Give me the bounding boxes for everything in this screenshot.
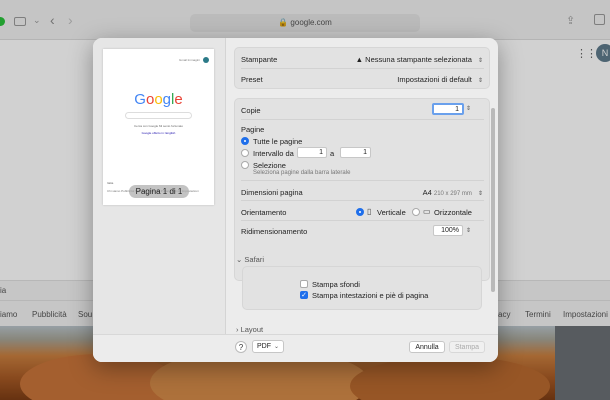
- pdf-menu-button[interactable]: PDF ⌄: [252, 340, 284, 353]
- preset-label: Preset: [241, 75, 263, 84]
- pages-all-label[interactable]: Tutte le pagine: [253, 137, 302, 146]
- preview-search-box: [125, 112, 192, 119]
- orientation-label: Orientamento: [241, 208, 287, 217]
- safari-disclosure[interactable]: ⌄ Safari: [236, 255, 264, 264]
- printer-value: Nessuna stampante selezionata: [365, 55, 472, 64]
- scaling-label: Ridimensionamento: [241, 227, 308, 236]
- divider: [241, 220, 484, 221]
- pages-label: Pagine: [241, 125, 265, 134]
- preset-select[interactable]: Impostazioni di default ⇕: [346, 75, 484, 84]
- print-settings-pane: Stampante ▲ Nessuna stampante selezionat…: [226, 38, 498, 362]
- print-button[interactable]: Stampa: [449, 341, 485, 353]
- preview-footer-country: Italia: [107, 181, 114, 185]
- printer-label: Stampante: [241, 55, 278, 64]
- pages-selection-radio[interactable]: [241, 161, 249, 169]
- divider: [241, 180, 484, 181]
- portrait-icon: ▯: [367, 207, 372, 216]
- orientation-portrait-radio[interactable]: [356, 208, 364, 216]
- paper-size-dims: 210 x 297 mm: [433, 191, 472, 197]
- preview-search-buttons: Cerca con Google Mi sento fortunato: [133, 124, 184, 128]
- range-to-field[interactable]: 1: [340, 147, 371, 158]
- preview-top-links: Gmail Immagini: [179, 58, 200, 62]
- landscape-icon: ▭: [423, 207, 431, 216]
- warning-icon: ▲: [355, 55, 364, 64]
- layout-label: Layout: [240, 325, 264, 334]
- page-indicator: Pagina 1 di 1: [129, 185, 189, 198]
- orientation-landscape-label[interactable]: Orizzontale: [434, 208, 472, 217]
- safari-label: Safari: [244, 255, 264, 264]
- range-to-label: a: [330, 149, 335, 158]
- cancel-button[interactable]: Annulla: [409, 341, 445, 353]
- printer-select[interactable]: ▲ Nessuna stampante selezionata ⇕: [346, 55, 484, 64]
- print-preview-pane: Gmail Immagini Google Cerca con Google M…: [93, 38, 226, 362]
- selection-hint: Seleziona pagine dalla barra laterale: [253, 170, 351, 176]
- preset-value: Impostazioni di default: [397, 75, 472, 84]
- print-dialog: Gmail Immagini Google Cerca con Google M…: [93, 38, 498, 362]
- print-backgrounds-label[interactable]: Stampa sfondi: [312, 280, 360, 289]
- preview-google-logo: Google: [134, 91, 183, 108]
- pages-selection-label[interactable]: Selezione: [253, 161, 286, 170]
- safari-options-box: [242, 266, 482, 310]
- paper-size-select[interactable]: A4 210 x 297 mm ⇕: [376, 188, 484, 197]
- orientation-landscape-radio[interactable]: [412, 208, 420, 216]
- copies-field[interactable]: 1: [432, 103, 464, 115]
- divider: [241, 200, 484, 201]
- updown-icon: ⇕: [477, 58, 484, 64]
- pages-all-radio[interactable]: [241, 137, 249, 145]
- print-headers-checkbox[interactable]: ✓: [300, 291, 308, 299]
- scaling-field[interactable]: 100%: [433, 225, 463, 236]
- orientation-portrait-label[interactable]: Verticale: [377, 208, 406, 217]
- layout-disclosure[interactable]: › Layout: [236, 325, 263, 334]
- paper-size-value: A4: [422, 188, 432, 197]
- paper-size-label: Dimensioni pagina: [241, 188, 303, 197]
- updown-icon: ⇕: [477, 78, 484, 84]
- stepper-icon[interactable]: ⇕: [466, 105, 471, 112]
- copies-label: Copie: [241, 106, 261, 115]
- print-backgrounds-checkbox[interactable]: [300, 280, 308, 288]
- scrollbar[interactable]: [491, 108, 495, 292]
- help-button[interactable]: ?: [235, 341, 247, 353]
- range-from-field[interactable]: 1: [297, 147, 327, 158]
- chevron-down-icon: ⌄: [236, 255, 243, 264]
- pages-range-label[interactable]: Intervallo da: [253, 149, 294, 158]
- updown-icon: ⇕: [477, 191, 484, 197]
- chevron-right-icon: ›: [236, 325, 239, 334]
- preview-language-line: Google offerto in: English: [141, 131, 176, 135]
- divider: [241, 119, 484, 120]
- preview-page[interactable]: Gmail Immagini Google Cerca con Google M…: [103, 49, 214, 205]
- pages-range-radio[interactable]: [241, 149, 249, 157]
- pdf-label: PDF: [257, 343, 271, 350]
- print-headers-label[interactable]: Stampa intestazioni e piè di pagina: [312, 291, 428, 300]
- chevron-down-icon: ⌄: [273, 344, 279, 350]
- preview-avatar: [203, 57, 209, 63]
- divider: [241, 68, 484, 69]
- stepper-icon[interactable]: ⇕: [466, 227, 471, 234]
